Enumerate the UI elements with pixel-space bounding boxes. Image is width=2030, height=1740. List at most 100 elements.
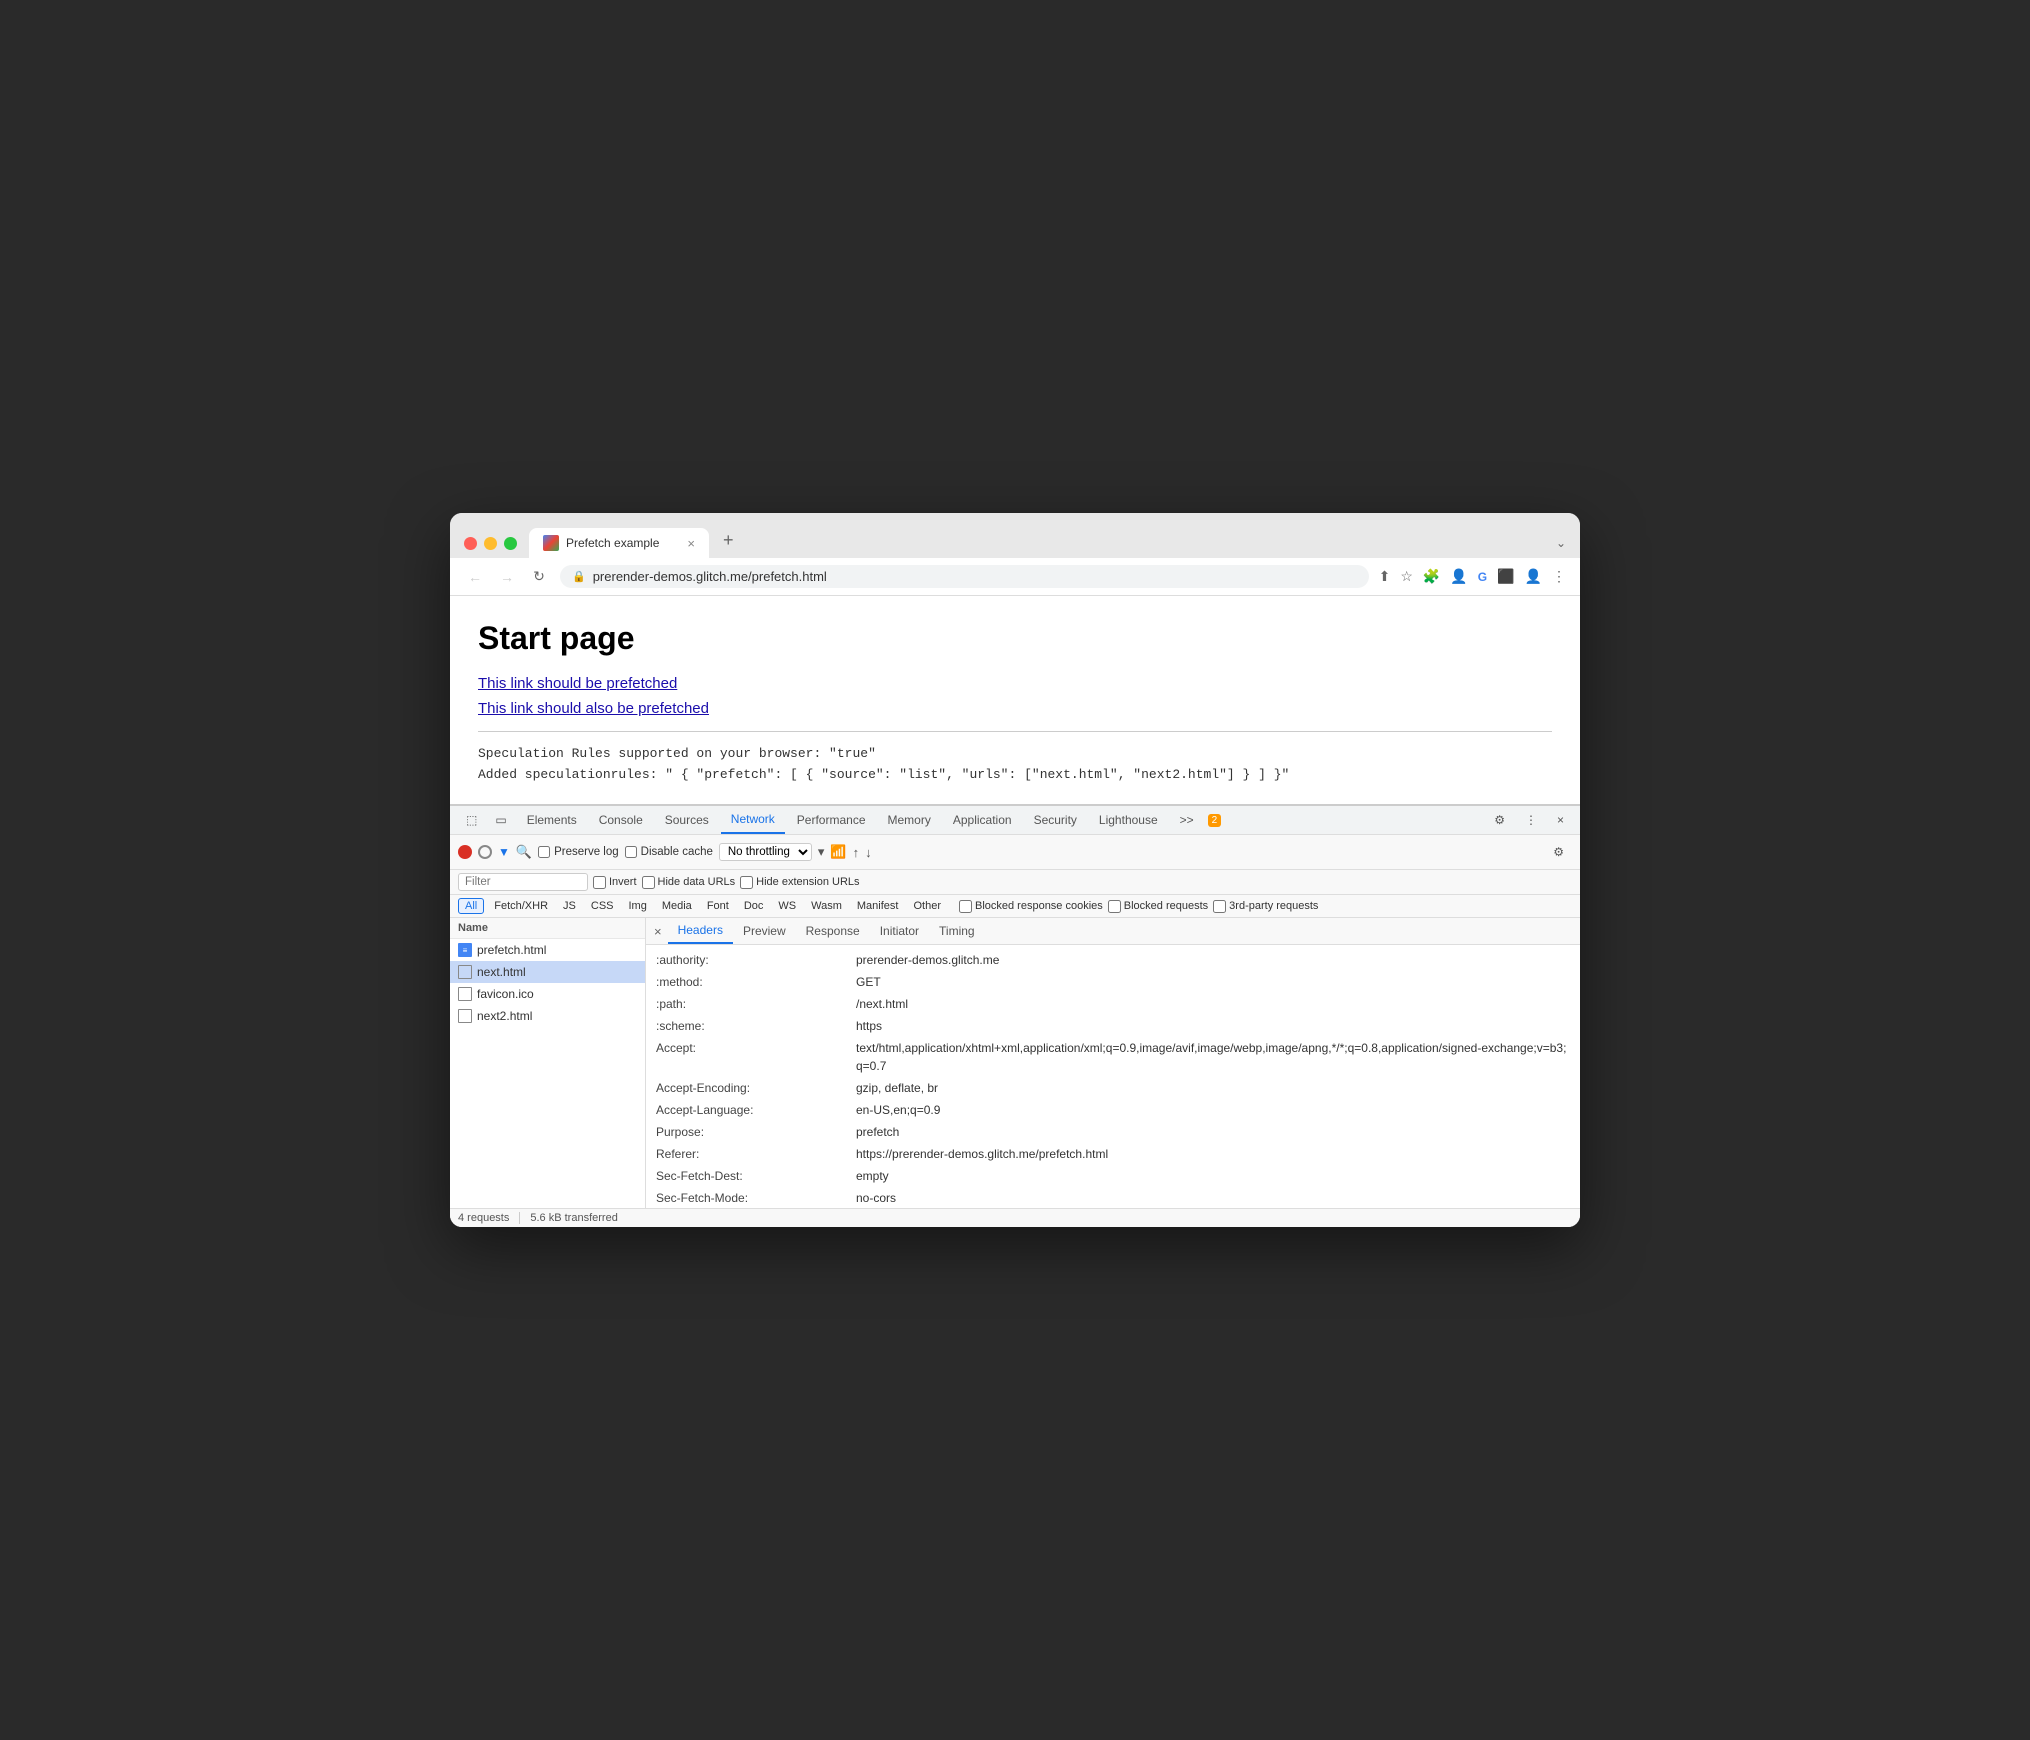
header-accept: Accept: text/html,application/xhtml+xml,… — [646, 1037, 1580, 1077]
url-text: prerender-demos.glitch.me/prefetch.html — [593, 569, 827, 584]
request-item-prefetch-html[interactable]: ≡ prefetch.html — [450, 939, 645, 961]
header-sec-fetch-dest: Sec-Fetch-Dest: empty — [646, 1165, 1580, 1187]
blocked-cookies-checkbox[interactable]: Blocked response cookies — [959, 900, 1103, 913]
transferred-size: 5.6 kB transferred — [519, 1212, 617, 1224]
tab-lighthouse[interactable]: Lighthouse — [1089, 807, 1168, 833]
devtools-panel: ⬚ ▭ Elements Console Sources Network Per… — [450, 804, 1580, 1227]
devtools-inspect-icon[interactable]: ⬚ — [458, 807, 485, 833]
header-authority: :authority: prerender-demos.glitch.me — [646, 949, 1580, 971]
header-accept-language: Accept-Language: en-US,en;q=0.9 — [646, 1099, 1580, 1121]
type-js-button[interactable]: JS — [558, 899, 581, 913]
doc-icon: ≡ — [458, 943, 472, 957]
tab-console[interactable]: Console — [589, 807, 653, 833]
filter-icon[interactable]: ▼ — [498, 845, 510, 859]
network-content: Name ≡ prefetch.html next.html favicon.i… — [450, 918, 1580, 1208]
tab-headers[interactable]: Headers — [668, 918, 733, 944]
maximize-button[interactable] — [504, 537, 517, 550]
forward-button[interactable]: → — [496, 566, 518, 588]
header-method: :method: GET — [646, 971, 1580, 993]
type-wasm-button[interactable]: Wasm — [806, 899, 847, 913]
browser-tab-active[interactable]: Prefetch example × — [529, 528, 709, 558]
clear-button[interactable] — [478, 845, 492, 859]
reload-button[interactable]: ↻ — [528, 566, 550, 588]
type-filter-bar: All Fetch/XHR JS CSS Img Media Font Doc … — [450, 895, 1580, 918]
minimize-button[interactable] — [484, 537, 497, 550]
tab-sources[interactable]: Sources — [655, 807, 719, 833]
google-icon[interactable]: G — [1478, 570, 1487, 584]
invert-checkbox[interactable]: Invert — [593, 876, 637, 889]
tab-performance[interactable]: Performance — [787, 807, 876, 833]
tab-bar: Prefetch example × + — [529, 523, 1556, 558]
type-media-button[interactable]: Media — [657, 899, 697, 913]
tab-memory[interactable]: Memory — [878, 807, 941, 833]
third-party-checkbox[interactable]: 3rd-party requests — [1213, 900, 1318, 913]
devtools-settings-button[interactable]: ⚙ — [1486, 807, 1513, 833]
blocked-requests-checkbox[interactable]: Blocked requests — [1108, 900, 1208, 913]
headers-table: :authority: prerender-demos.glitch.me :m… — [646, 945, 1580, 1208]
record-button[interactable] — [458, 845, 472, 859]
hide-data-urls-checkbox[interactable]: Hide data URLs — [642, 876, 736, 889]
type-fetch-xhr-button[interactable]: Fetch/XHR — [489, 899, 553, 913]
network-settings-button[interactable]: ⚙ — [1545, 839, 1572, 865]
header-purpose: Purpose: prefetch — [646, 1121, 1580, 1143]
extensions-icon[interactable]: 🧩 — [1423, 568, 1440, 585]
prefetch-link-1[interactable]: This link should be prefetched — [478, 675, 1552, 692]
status-bar: 4 requests 5.6 kB transferred — [450, 1208, 1580, 1227]
type-other-button[interactable]: Other — [908, 899, 946, 913]
devtools-badge: 2 — [1208, 814, 1222, 827]
devtools-toolbar: ⬚ ▭ Elements Console Sources Network Per… — [450, 806, 1580, 835]
requests-panel: Name ≡ prefetch.html next.html favicon.i… — [450, 918, 646, 1208]
tab-timing[interactable]: Timing — [929, 919, 985, 943]
header-scheme: :scheme: https — [646, 1015, 1580, 1037]
tab-elements[interactable]: Elements — [517, 807, 587, 833]
tab-security[interactable]: Security — [1024, 807, 1087, 833]
request-item-next-html[interactable]: next.html — [450, 961, 645, 983]
request-item-next2-html[interactable]: next2.html — [450, 1005, 645, 1027]
download-icon: ↓ — [865, 845, 872, 860]
upload-icon: ↑ — [853, 845, 860, 860]
devtools-close-button[interactable]: × — [1549, 807, 1572, 833]
type-doc-button[interactable]: Doc — [739, 899, 769, 913]
devtools-more-button[interactable]: ⋮ — [1517, 807, 1545, 833]
request-item-favicon[interactable]: favicon.ico — [450, 983, 645, 1005]
url-bar[interactable]: 🔒 prerender-demos.glitch.me/prefetch.htm… — [560, 565, 1369, 588]
back-button[interactable]: ← — [464, 566, 486, 588]
tab-application[interactable]: Application — [943, 807, 1022, 833]
type-font-button[interactable]: Font — [702, 899, 734, 913]
type-ws-button[interactable]: WS — [773, 899, 801, 913]
preserve-log-checkbox[interactable]: Preserve log — [538, 846, 619, 858]
tab-more[interactable]: >> — [1170, 807, 1204, 833]
close-button[interactable] — [464, 537, 477, 550]
tab-network[interactable]: Network — [721, 806, 785, 834]
tab-dropdown-button[interactable]: ⌄ — [1556, 536, 1566, 558]
throttle-dropdown-icon[interactable]: ▾ — [818, 844, 825, 860]
tab-initiator[interactable]: Initiator — [870, 919, 929, 943]
page-icon-favicon — [458, 987, 472, 1001]
type-manifest-button[interactable]: Manifest — [852, 899, 904, 913]
address-bar: ← → ↻ 🔒 prerender-demos.glitch.me/prefet… — [450, 558, 1580, 596]
throttle-select[interactable]: No throttling — [719, 843, 812, 861]
cast-icon[interactable]: ⬛ — [1497, 568, 1514, 585]
hide-ext-urls-checkbox[interactable]: Hide extension URLs — [740, 876, 859, 889]
bookmark-icon[interactable]: ☆ — [1400, 568, 1413, 585]
more-menu-button[interactable]: ⋮ — [1552, 568, 1566, 585]
filter-input[interactable] — [458, 873, 588, 891]
tab-preview[interactable]: Preview — [733, 919, 796, 943]
network-toolbar: ▼ 🔍 Preserve log Disable cache No thrott… — [450, 835, 1580, 870]
header-path: :path: /next.html — [646, 993, 1580, 1015]
search-icon[interactable]: 🔍 — [516, 844, 532, 860]
disable-cache-checkbox[interactable]: Disable cache — [625, 846, 713, 858]
tab-close-button[interactable]: × — [687, 536, 695, 551]
headers-panel-close[interactable]: × — [654, 924, 662, 939]
new-tab-button[interactable]: + — [713, 523, 744, 558]
profile-icon[interactable]: 👤 — [1450, 568, 1467, 585]
prefetch-link-2[interactable]: This link should also be prefetched — [478, 700, 1552, 717]
type-all-button[interactable]: All — [458, 898, 484, 914]
header-referer: Referer: https://prerender-demos.glitch.… — [646, 1143, 1580, 1165]
account-icon[interactable]: 👤 — [1525, 568, 1542, 585]
devtools-device-icon[interactable]: ▭ — [487, 807, 514, 833]
tab-response[interactable]: Response — [796, 919, 870, 943]
share-icon[interactable]: ⬆ — [1379, 568, 1391, 585]
type-css-button[interactable]: CSS — [586, 899, 619, 913]
type-img-button[interactable]: Img — [624, 899, 652, 913]
